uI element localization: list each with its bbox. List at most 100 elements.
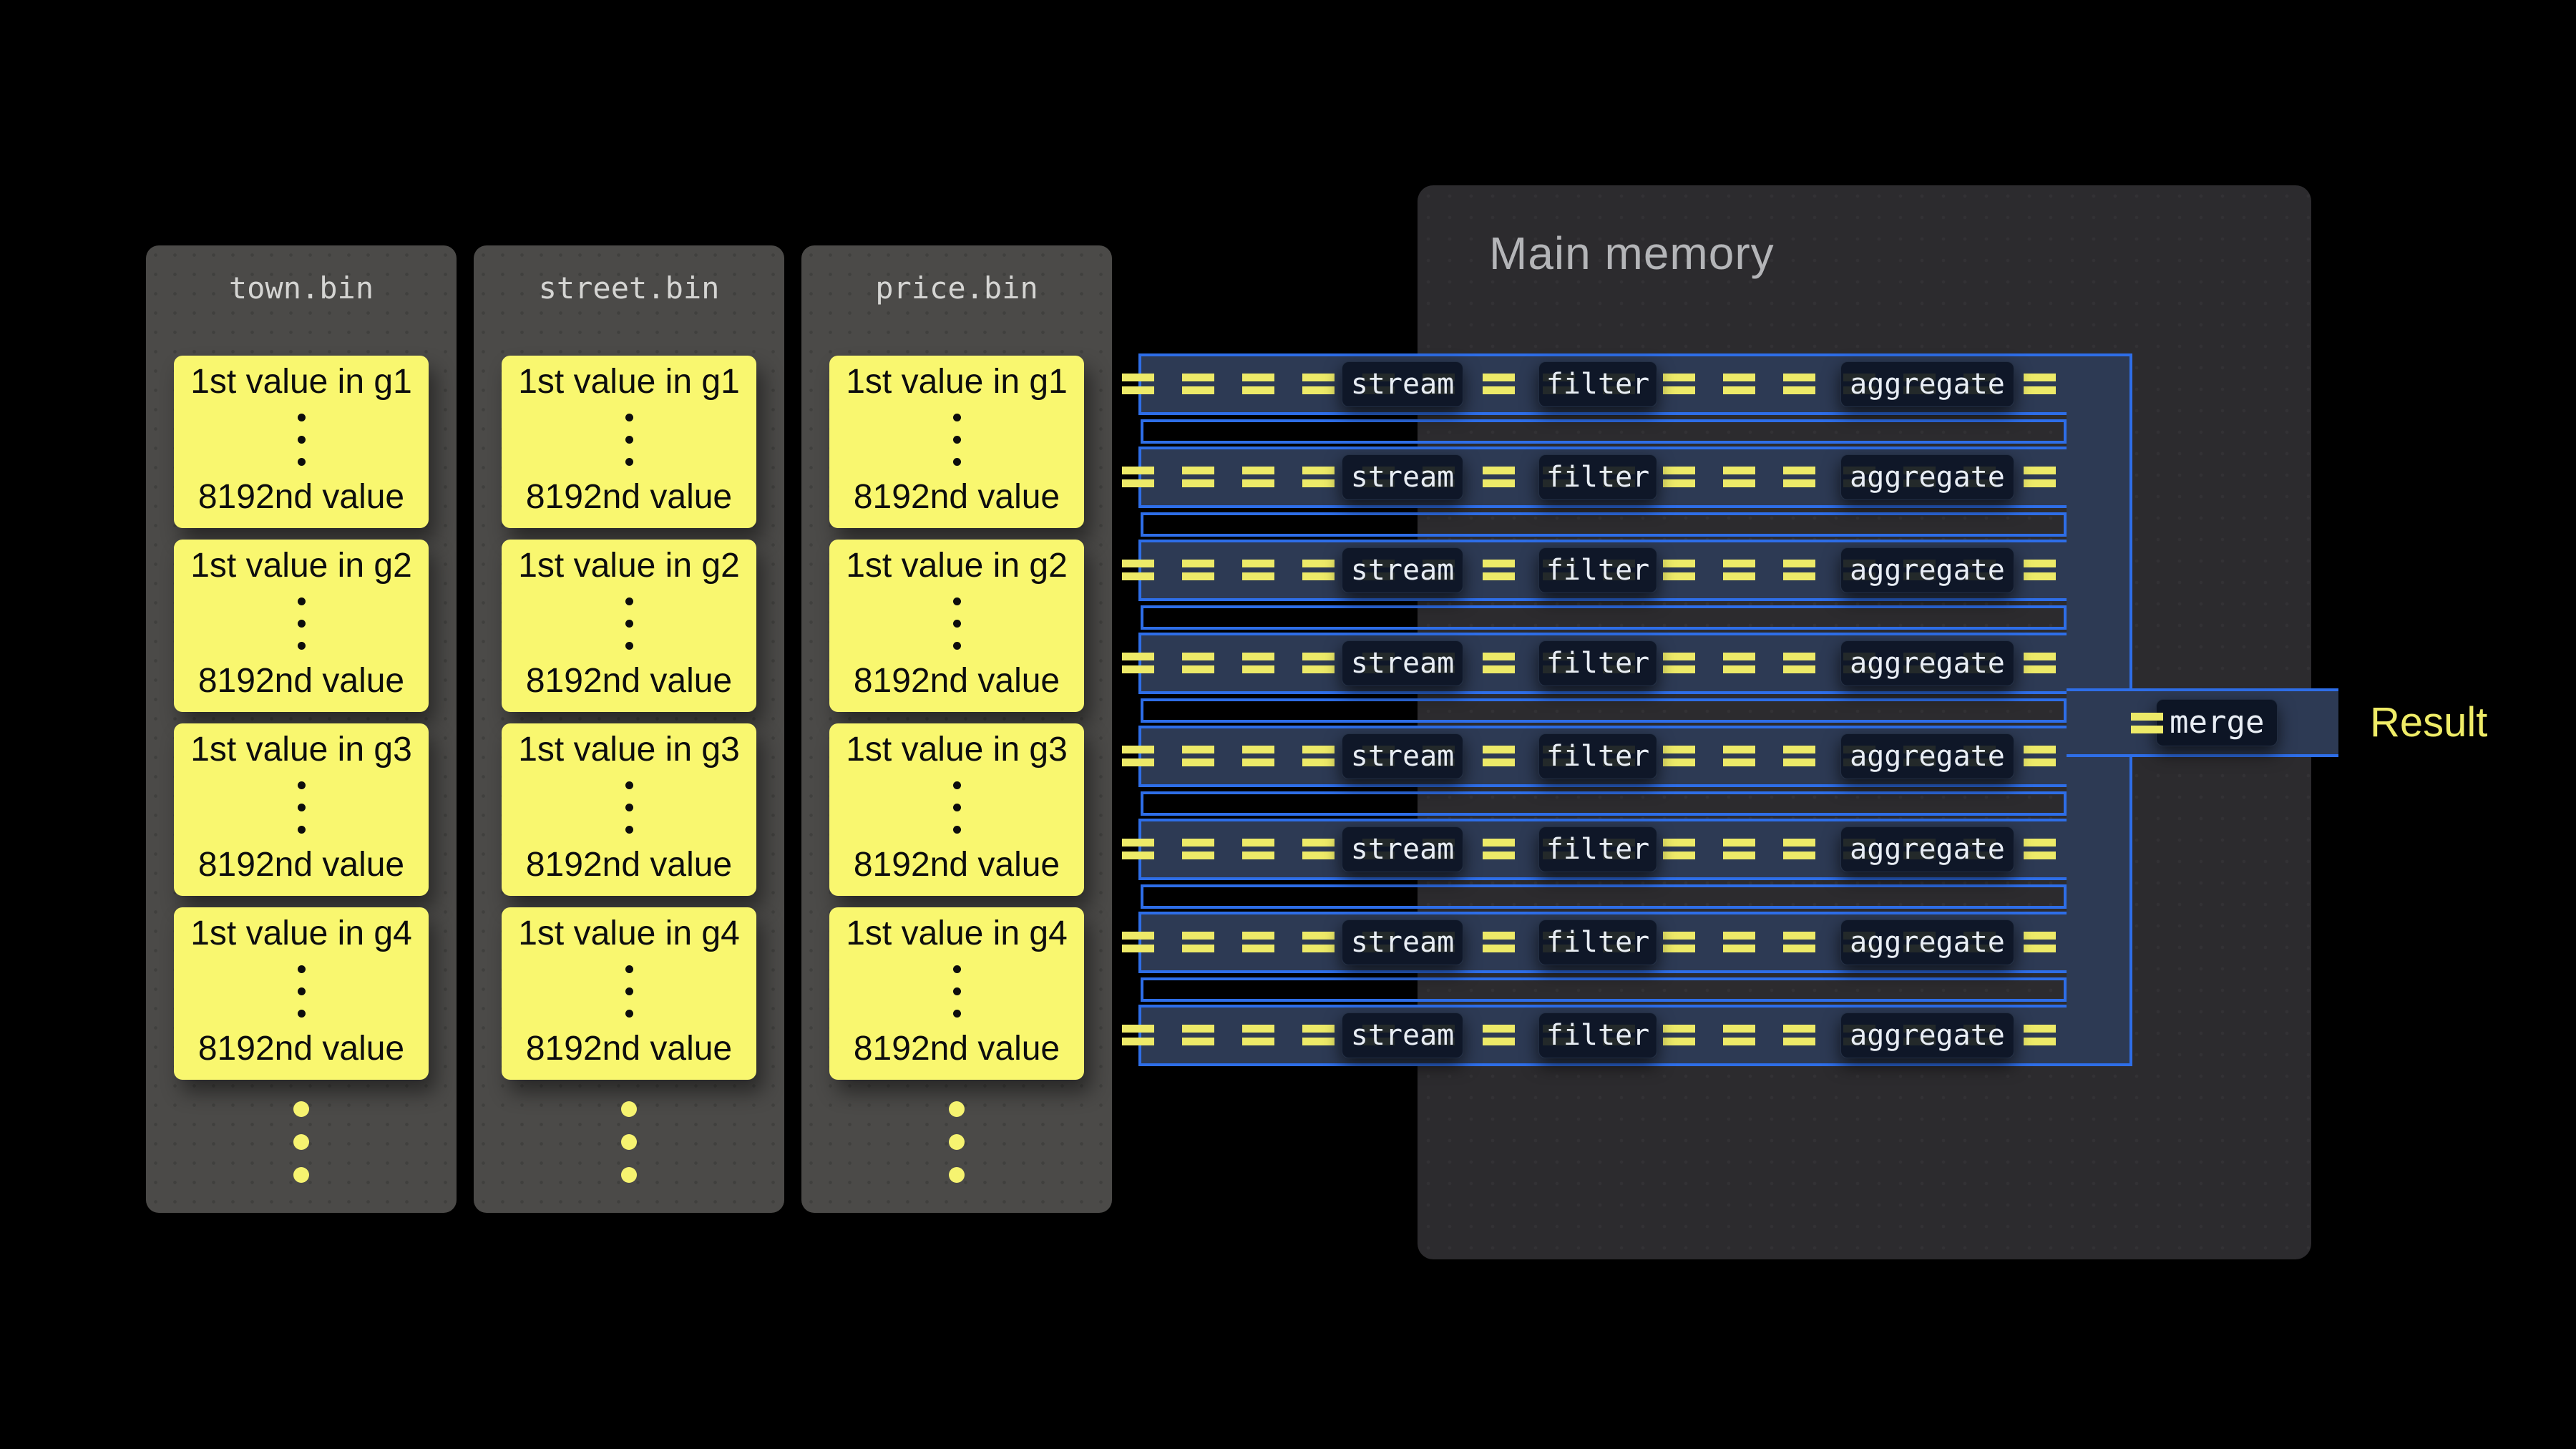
equals-mark: [1663, 1025, 1695, 1045]
equals-mark: [1483, 374, 1515, 394]
value-box-bottom-label: 8192nd value: [198, 1030, 404, 1068]
stage-box-stream: stream: [1342, 547, 1463, 593]
value-box-ellipsis: [625, 965, 633, 1018]
equals-mark: [1182, 746, 1214, 766]
value-box-ellipsis: [953, 414, 961, 466]
pipeline-band: streamfilteraggregate: [1138, 540, 2067, 601]
equals-mark: [1182, 932, 1214, 952]
value-box-stack: 1st value in g1 8192nd value 1st value i…: [829, 356, 1084, 1080]
file-ellipsis-dot: [949, 1167, 965, 1183]
file-ellipsis-dot: [621, 1167, 637, 1183]
value-box-bottom-label: 8192nd value: [854, 478, 1060, 517]
equals-mark: [1723, 1025, 1755, 1045]
equals-mark: [1723, 839, 1755, 859]
value-box: 1st value in g4 8192nd value: [829, 907, 1084, 1080]
equals-mark: [2024, 467, 2056, 487]
value-box: 1st value in g3 8192nd value: [829, 723, 1084, 896]
equals-mark: [1483, 839, 1515, 859]
stage-box-stream: stream: [1342, 361, 1463, 407]
value-box-dot: [625, 987, 633, 995]
stage-box-aggregate: aggregate: [1840, 826, 2014, 872]
equals-mark: [1182, 560, 1214, 580]
value-box-dot: [625, 414, 633, 421]
value-box: 1st value in g1 8192nd value: [174, 356, 429, 528]
equals-mark: [1302, 653, 1335, 673]
value-box-stack: 1st value in g1 8192nd value 1st value i…: [174, 356, 429, 1080]
value-box-bottom-label: 8192nd value: [854, 1030, 1060, 1068]
value-box-bottom-label: 8192nd value: [198, 478, 404, 517]
equals-mark: [1783, 560, 1815, 580]
equals-mark: [1242, 839, 1274, 859]
value-box-dot: [625, 436, 633, 444]
file-ellipsis: [146, 1101, 457, 1183]
value-box-dot: [625, 1010, 633, 1018]
value-box-ellipsis: [625, 781, 633, 834]
stage-box-aggregate: aggregate: [1840, 547, 2014, 593]
value-box-dot: [298, 414, 306, 421]
value-box-dot: [298, 620, 306, 628]
value-box: 1st value in g3 8192nd value: [174, 723, 429, 896]
stage-box-aggregate: aggregate: [1840, 1013, 2014, 1058]
file-title: price.bin: [801, 270, 1112, 307]
equals-mark: [1663, 467, 1695, 487]
equals-mark: [2024, 1025, 2056, 1045]
stage-box-filter: filter: [1538, 361, 1657, 407]
equals-mark: [1483, 746, 1515, 766]
stage-box-aggregate: aggregate: [1840, 919, 2014, 965]
inter-pipeline-buffer: [1141, 977, 2067, 1002]
value-box-dot: [953, 642, 961, 650]
inter-pipeline-buffer: [1141, 791, 2067, 816]
file-panel: town.bin 1st value in g1 8192nd value 1s…: [146, 245, 457, 1213]
file-ellipsis: [801, 1101, 1112, 1183]
equals-mark: [1302, 839, 1335, 859]
stage-box-filter: filter: [1538, 454, 1657, 500]
equals-mark: [1122, 746, 1154, 766]
value-box-dot: [625, 642, 633, 650]
equals-mark: [1783, 839, 1815, 859]
equals-mark: [1483, 653, 1515, 673]
value-box-bottom-label: 8192nd value: [526, 662, 732, 701]
equals-mark: [1783, 467, 1815, 487]
equals-mark: [1242, 653, 1274, 673]
equals-mark: [2131, 713, 2163, 733]
diagram-canvas: town.bin 1st value in g1 8192nd value 1s…: [0, 0, 2576, 1449]
value-box-bottom-label: 8192nd value: [198, 846, 404, 884]
equals-mark: [1483, 560, 1515, 580]
stage-box-aggregate: aggregate: [1840, 361, 2014, 407]
value-box-dot: [953, 458, 961, 466]
stage-box-stream: stream: [1342, 733, 1463, 779]
file-ellipsis-dot: [293, 1167, 309, 1183]
value-box-dot: [298, 987, 306, 995]
value-box: 1st value in g2 8192nd value: [829, 540, 1084, 712]
value-box-ellipsis: [298, 597, 306, 650]
equals-mark: [1723, 653, 1755, 673]
value-box-dot: [298, 781, 306, 789]
main-memory-title: Main memory: [1489, 227, 1775, 280]
value-box-top-label: 1st value in g3: [190, 731, 412, 769]
value-box-dot: [953, 620, 961, 628]
trunk-border-bottom: [2129, 757, 2132, 1066]
value-box-top-label: 1st value in g1: [518, 363, 740, 401]
value-box-dot: [625, 620, 633, 628]
value-box: 1st value in g4 8192nd value: [174, 907, 429, 1080]
equals-mark: [1122, 839, 1154, 859]
value-box-dot: [625, 804, 633, 811]
value-box-dot: [298, 458, 306, 466]
value-box-dot: [625, 965, 633, 973]
equals-mark: [1122, 653, 1154, 673]
inter-pipeline-buffer: [1141, 884, 2067, 909]
equals-mark: [2024, 839, 2056, 859]
result-label: Result: [2370, 688, 2487, 757]
equals-mark: [2024, 746, 2056, 766]
stage-box-aggregate: aggregate: [1840, 640, 2014, 686]
value-box: 1st value in g3 8192nd value: [502, 723, 756, 896]
value-box-ellipsis: [298, 965, 306, 1018]
value-box-top-label: 1st value in g1: [846, 363, 1068, 401]
equals-mark: [1663, 653, 1695, 673]
equals-mark: [1302, 467, 1335, 487]
value-box-bottom-label: 8192nd value: [526, 478, 732, 517]
value-box-dot: [298, 436, 306, 444]
equals-mark: [1242, 374, 1274, 394]
equals-mark: [1663, 560, 1695, 580]
pipeline-band: streamfilteraggregate: [1138, 912, 2067, 973]
